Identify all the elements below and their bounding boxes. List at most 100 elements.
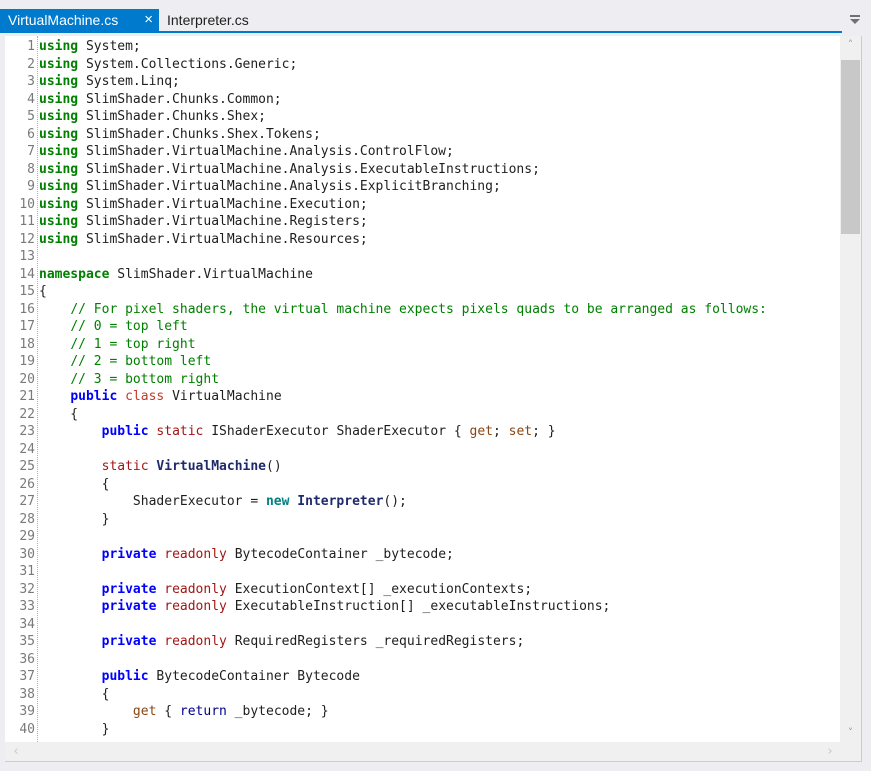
code-line[interactable] (39, 651, 840, 669)
code-line[interactable]: using System; (39, 38, 840, 56)
tab-virtualmachine-cs[interactable]: VirtualMachine.cs × (0, 9, 159, 31)
code-line[interactable]: using SlimShader.Chunks.Shex.Tokens; (39, 126, 840, 144)
line-number-gutter: 1 2 3 4 5 6 7 8 9 10 11 12 13 14 15 16 17 18 19 20 21 22 23 24 2… (5, 38, 35, 738)
token-kw-red2: readonly (164, 581, 227, 597)
code-line[interactable]: { (39, 476, 840, 494)
line-number: 7 (27, 144, 35, 159)
code-line[interactable]: private readonly BytecodeContainer _byte… (39, 546, 840, 564)
token-comment: // 0 = top left (70, 319, 188, 334)
code-line[interactable]: // 1 = top right (39, 336, 840, 354)
editor-right-border (861, 36, 862, 762)
code-line[interactable]: } (39, 511, 840, 529)
code-line[interactable]: // 0 = top left (39, 318, 840, 336)
token-kw-red2: readonly (164, 634, 227, 649)
code-line[interactable]: using SlimShader.VirtualMachine.Analysis… (39, 161, 840, 179)
line-number: 33 (19, 599, 35, 614)
editor-bottom-border (5, 761, 861, 762)
token-kw-using: namespace (39, 266, 110, 282)
code-line[interactable]: using SlimShader.VirtualMachine.Analysis… (39, 178, 840, 196)
close-tab-icon[interactable]: × (144, 9, 153, 31)
horizontal-scrollbar[interactable]: ‹ › (5, 742, 861, 761)
tab-interpreter-cs[interactable]: Interpreter.cs (159, 9, 257, 31)
code-editor[interactable]: 1 2 3 4 5 6 7 8 9 10 11 12 13 14 15 16 17 18 19 20 21 22 23 24 2… (5, 36, 840, 742)
token-kw-red: class (125, 389, 165, 404)
code-line[interactable]: { (39, 406, 840, 424)
token-getset: get (469, 424, 493, 439)
token-text: SlimShader.VirtualMachine.Analysis.Contr… (78, 144, 454, 159)
token-kw-red2: static (101, 459, 149, 474)
code-line[interactable]: public BytecodeContainer Bytecode (39, 668, 840, 686)
code-line[interactable]: using System.Collections.Generic; (39, 56, 840, 74)
line-number: 38 (19, 686, 35, 702)
token-kw-using: using (39, 144, 79, 159)
code-line[interactable]: using SlimShader.VirtualMachine.Resource… (39, 231, 840, 249)
scroll-up-icon[interactable]: ˄ (840, 36, 861, 54)
line-number: 12 (19, 231, 35, 247)
code-line[interactable] (39, 563, 840, 581)
line-number: 16 (19, 301, 35, 317)
scroll-down-icon[interactable]: ˅ (840, 724, 861, 742)
code-line[interactable]: using SlimShader.VirtualMachine.Register… (39, 213, 840, 231)
token-type-bold: Interpreter (297, 494, 384, 509)
token-text: ExecutableInstruction[] _executableInstr… (226, 599, 611, 614)
code-line[interactable] (39, 441, 840, 459)
code-line[interactable]: ShaderExecutor = new Interpreter(); (39, 493, 840, 511)
code-line[interactable]: { (39, 283, 840, 301)
code-line[interactable]: private readonly ExecutionContext[] _exe… (39, 581, 840, 599)
line-number: 36 (19, 651, 35, 667)
token-kw-using: using (39, 126, 79, 142)
code-line[interactable]: } (39, 721, 840, 739)
token-kw-using: using (39, 214, 79, 229)
token-comment: // 2 = bottom left (70, 354, 212, 369)
token-kw-using: using (39, 91, 79, 107)
code-line[interactable]: using SlimShader.VirtualMachine.Executio… (39, 196, 840, 214)
code-line[interactable]: private readonly ExecutableInstruction[]… (39, 598, 840, 616)
code-line[interactable]: get { return _bytecode; } (39, 703, 840, 721)
line-number: 22 (19, 406, 35, 422)
token-text: _bytecode; } (226, 704, 329, 719)
scroll-left-icon[interactable]: ‹ (7, 742, 25, 761)
line-number: 20 (19, 371, 35, 387)
token-kw-using: using (39, 109, 79, 124)
code-line[interactable] (39, 248, 840, 266)
line-number: 15 (19, 284, 35, 299)
code-line[interactable]: namespace SlimShader.VirtualMachine (39, 266, 840, 284)
line-number: 37 (19, 669, 35, 684)
token-text: System.Collections.Generic; (78, 56, 298, 72)
code-line[interactable]: // For pixel shaders, the virtual machin… (39, 301, 840, 319)
token-kw-using: using (39, 231, 79, 247)
code-line[interactable]: // 3 = bottom right (39, 371, 840, 389)
code-line[interactable]: { (39, 686, 840, 704)
token-kw-blue: private (101, 581, 157, 597)
code-line[interactable]: using SlimShader.Chunks.Common; (39, 91, 840, 109)
vertical-scrollbar[interactable]: ˄ ˅ (840, 36, 861, 742)
code-line[interactable]: // 2 = bottom left (39, 353, 840, 371)
code-line[interactable]: public static IShaderExecutor ShaderExec… (39, 423, 840, 441)
token-kw-using: using (39, 179, 79, 194)
scroll-right-icon[interactable]: › (821, 742, 839, 761)
vertical-scroll-thumb[interactable] (841, 60, 860, 234)
code-line[interactable] (39, 616, 840, 634)
code-area[interactable]: using System; using System.Collections.Ge… (39, 38, 840, 738)
line-number: 35 (19, 634, 35, 649)
tab-list-dropdown-icon[interactable] (849, 14, 861, 26)
code-line[interactable]: using SlimShader.Chunks.Shex; (39, 108, 840, 126)
code-line[interactable]: using System.Linq; (39, 73, 840, 91)
token-kw-blue: private (101, 634, 157, 649)
code-line[interactable]: private readonly RequiredRegisters _requ… (39, 633, 840, 651)
line-number: 9 (27, 179, 35, 194)
code-line[interactable] (39, 528, 840, 546)
token-kw-using: using (39, 161, 79, 177)
code-line[interactable]: static VirtualMachine() (39, 458, 840, 476)
code-line[interactable]: public class VirtualMachine (39, 388, 840, 406)
code-line[interactable]: using SlimShader.VirtualMachine.Analysis… (39, 143, 840, 161)
